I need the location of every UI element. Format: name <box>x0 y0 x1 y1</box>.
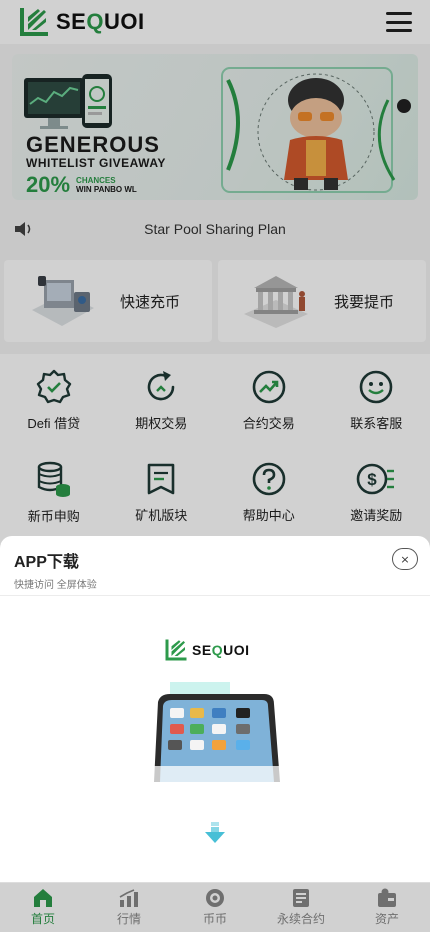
close-icon: × <box>400 552 410 566</box>
coin-icon <box>206 889 224 907</box>
tab-assets[interactable]: 资产 <box>344 883 430 932</box>
tab-label-spot: 币币 <box>202 912 227 926</box>
tab-perpetual[interactable]: 永续合约 <box>258 883 344 932</box>
tab-label-market: 行情 <box>116 912 141 926</box>
contract-icon <box>293 889 309 907</box>
assets-icon <box>378 888 396 907</box>
market-icon <box>119 889 138 907</box>
sheet-brand-logo: SEQUOI <box>164 638 249 662</box>
app-download-sheet: APP下载 快捷访问 全屏体验 × SEQUOI <box>0 536 430 882</box>
bottom-tab-bar: 首页 行情 币币 永续合约 资产 <box>0 882 430 932</box>
download-arrow-icon[interactable] <box>204 822 226 844</box>
tab-market[interactable]: 行情 <box>86 883 172 932</box>
tab-label-perpetual: 永续合约 <box>276 912 325 926</box>
home-icon <box>34 889 52 907</box>
tab-label-home: 首页 <box>30 912 55 926</box>
sequoi-logo-icon <box>165 639 187 661</box>
tab-spot[interactable]: 币币 <box>172 883 258 932</box>
phone-illustration <box>140 682 290 782</box>
tab-home[interactable]: 首页 <box>0 883 86 932</box>
sheet-title: APP下载 <box>14 554 79 571</box>
close-button[interactable]: × <box>392 548 418 570</box>
sheet-header: APP下载 快捷访问 全屏体验 × <box>0 536 430 596</box>
app-page: SEQUOI GENEROUS WHITELIST GIVEAWAY 20% C… <box>0 0 430 932</box>
tab-label-assets: 资产 <box>374 912 399 926</box>
sheet-brand-name: SEQUOI <box>192 642 250 658</box>
sheet-subtitle: 快捷访问 全屏体验 <box>14 580 97 591</box>
